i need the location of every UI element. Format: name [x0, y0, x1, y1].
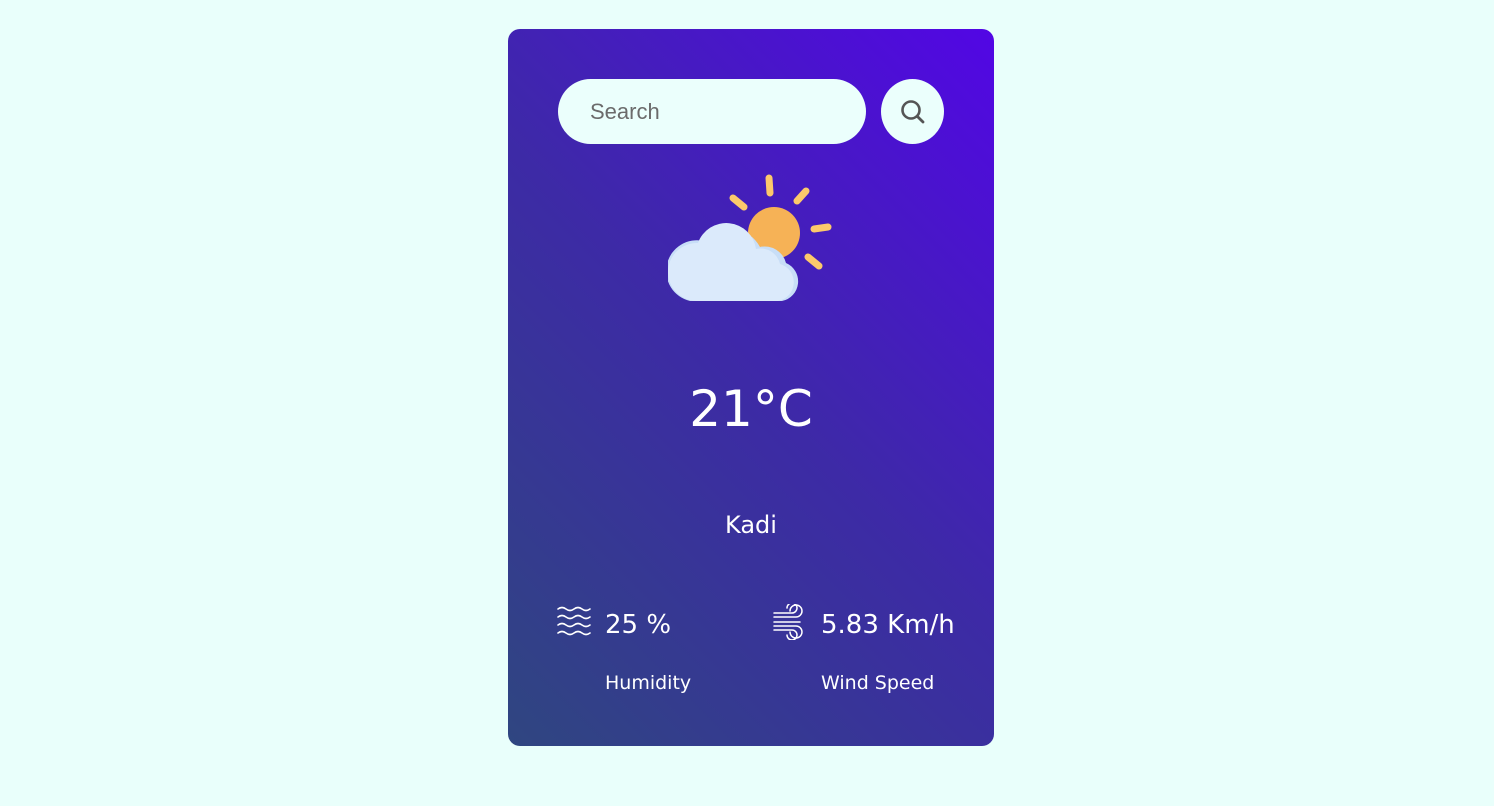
search-icon — [900, 99, 924, 123]
city-name: Kadi — [725, 511, 777, 539]
search-input[interactable] — [558, 79, 866, 144]
humidity-detail: 25 % Humidity — [556, 604, 756, 714]
temperature: 21°C — [689, 380, 813, 438]
partly-cloudy-icon — [668, 174, 832, 301]
wind-speed-value: 5.83 Km/h — [821, 610, 955, 640]
humidity-waves-icon — [557, 606, 591, 636]
search-button[interactable] — [881, 79, 944, 144]
weather-card: 21°C Kadi 25 % Humidity 5.83 Km/h Wind S… — [508, 29, 994, 746]
humidity-value: 25 % — [605, 610, 672, 640]
wind-icon — [773, 604, 803, 640]
search-bar — [558, 79, 944, 144]
humidity-label: Humidity — [605, 672, 692, 694]
wind-detail: 5.83 Km/h Wind Speed — [772, 604, 972, 714]
wind-speed-label: Wind Speed — [821, 672, 935, 694]
